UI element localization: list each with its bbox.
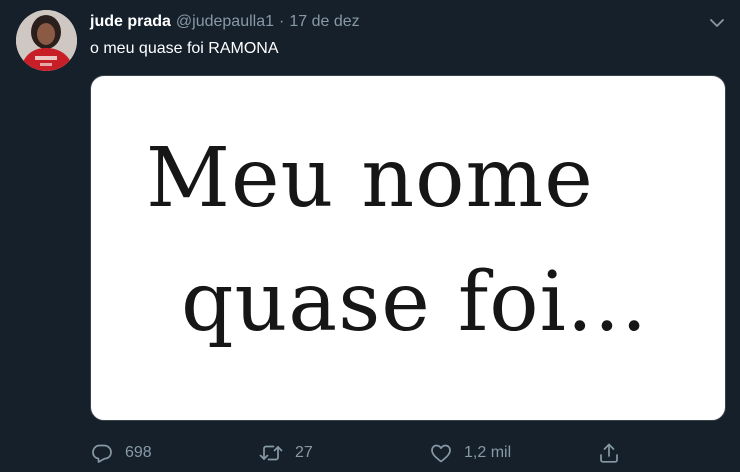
reply-icon	[92, 444, 112, 463]
share-icon	[600, 443, 618, 463]
like-count: 1,2 mil	[464, 444, 512, 461]
share-button[interactable]	[597, 440, 632, 466]
tweet-timestamp[interactable]: 17 de dez	[289, 13, 359, 31]
media-text-line-2: quase foi...	[181, 255, 649, 350]
retweet-count: 27	[295, 444, 313, 461]
tweet[interactable]: jude prada @judepaulla1 · 17 de dez o me…	[0, 0, 740, 472]
display-name[interactable]: jude prada	[90, 13, 171, 31]
user-handle[interactable]: @judepaulla1	[176, 13, 274, 31]
reply-count: 698	[125, 444, 152, 461]
retweet-icon	[259, 445, 283, 461]
tweet-header: jude prada @judepaulla1 · 17 de dez	[90, 13, 360, 33]
reply-button[interactable]: 698	[90, 440, 152, 466]
separator-dot: ·	[279, 13, 285, 30]
retweet-button[interactable]: 27	[258, 440, 313, 466]
media-text-line-1: Meu nome	[146, 131, 594, 226]
tweet-text: o meu quase foi RAMONA	[90, 40, 279, 57]
avatar[interactable]	[16, 10, 77, 71]
heart-icon	[431, 444, 451, 463]
chevron-down-icon[interactable]	[708, 14, 726, 32]
tweet-actions: 698 27 1,2 mil	[90, 440, 726, 466]
tweet-media-image[interactable]: Meu nome quase foi...	[90, 75, 726, 421]
like-button[interactable]: 1,2 mil	[429, 440, 511, 466]
